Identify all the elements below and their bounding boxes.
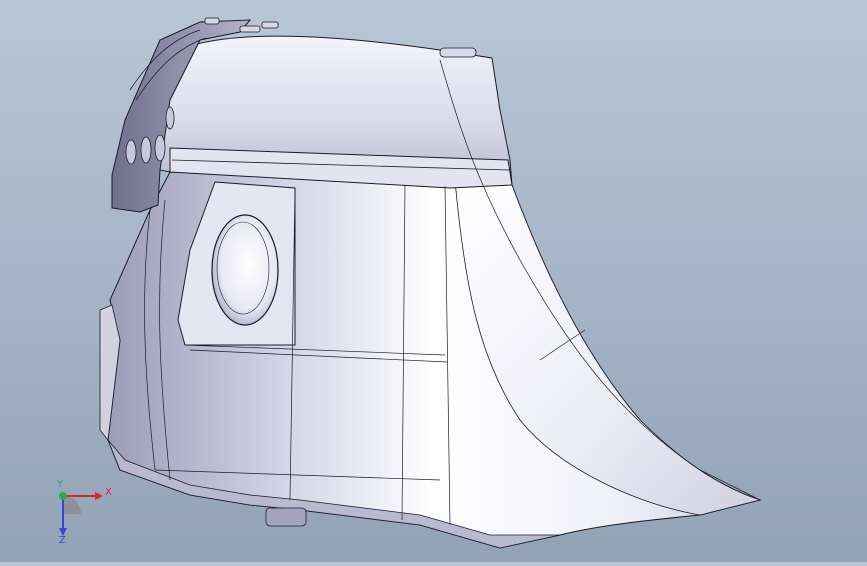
fog-lamp-opening bbox=[211, 214, 279, 326]
x-axis-label: X bbox=[105, 487, 112, 498]
y-axis-dot bbox=[59, 492, 67, 500]
y-axis-label: Y bbox=[57, 479, 64, 490]
lower-tab bbox=[265, 507, 307, 527]
z-axis-label: Z bbox=[59, 535, 66, 546]
graphics-viewport[interactable]: X Y Z bbox=[0, 0, 867, 562]
coordinate-triad: X Y Z bbox=[40, 478, 120, 548]
cad-model[interactable] bbox=[0, 0, 867, 562]
x-axis-arrow bbox=[95, 492, 103, 500]
